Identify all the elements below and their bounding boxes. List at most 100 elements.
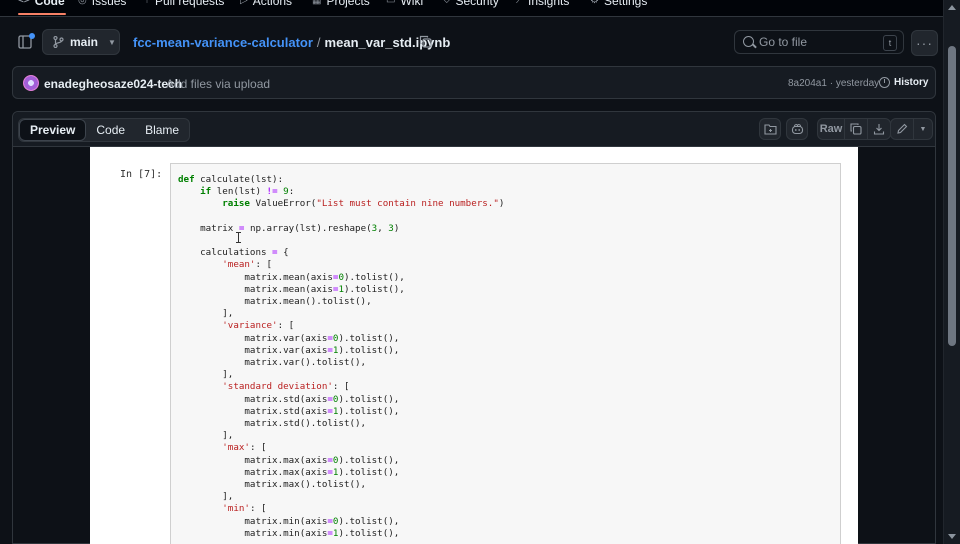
view-blame-button[interactable]: Blame: [135, 119, 189, 141]
code-block: def calculate(lst): if len(lst) != 9: ra…: [178, 174, 504, 540]
breadcrumb-separator: /: [316, 35, 321, 50]
copy-raw-button[interactable]: [845, 119, 868, 139]
code-line: ],: [178, 308, 234, 320]
scrollbar-thumb[interactable]: [948, 46, 956, 346]
sidebar-toggle-button[interactable]: [14, 31, 36, 53]
code-line: matrix.var(axis=0).tolist(),: [178, 332, 400, 344]
history-button[interactable]: History: [879, 77, 928, 88]
issue-icon: ◎: [78, 0, 87, 6]
active-tab-underline: [18, 13, 66, 15]
history-icon: [879, 77, 890, 88]
commit-hash-time[interactable]: 8a204a1 · yesterday: [788, 78, 879, 89]
code-line: 'standard deviation': [: [222, 381, 350, 393]
code-line: ],: [178, 369, 234, 381]
code-line: 'mean': [: [222, 259, 273, 271]
view-mode-switch: Preview Code Blame: [18, 118, 191, 142]
breadcrumb: fcc-mean-variance-calculator / mean_var_…: [133, 35, 450, 50]
pull-request-icon: ⑂: [144, 0, 150, 6]
code-line: matrix = np.array(lst).reshape(3, 3): [178, 222, 400, 234]
latest-commit-bar: enadegheosaze024-tech Add files via uplo…: [12, 66, 936, 99]
scroll-down-arrow-icon[interactable]: [948, 534, 956, 539]
cell-input-prompt: In [7]:: [120, 169, 163, 180]
download-button[interactable]: [868, 119, 890, 139]
code-line: matrix.mean().tolist(),: [178, 296, 372, 308]
tab-actions[interactable]: ▷ Actions: [240, 0, 292, 9]
gear-icon: ⚙: [590, 0, 599, 6]
table-icon: ▦: [312, 0, 322, 6]
code-line: ],: [178, 430, 234, 442]
code-line: matrix.std().tolist(),: [178, 418, 367, 430]
tab-code[interactable]: <> Code: [18, 0, 65, 9]
branch-selector-button[interactable]: main ▼: [42, 29, 120, 55]
code-line: 'min': [: [222, 503, 267, 515]
download-icon: [873, 124, 885, 135]
raw-copy-download-group: Raw: [817, 118, 891, 140]
edit-group: ▼: [890, 118, 933, 140]
copilot-button[interactable]: [786, 118, 808, 140]
code-line: matrix.std(axis=0).tolist(),: [178, 393, 400, 405]
branch-icon: [53, 36, 64, 48]
tab-settings[interactable]: ⚙ Settings: [590, 0, 647, 9]
edit-options-dropdown[interactable]: ▼: [914, 119, 932, 139]
commit-message[interactable]: Add files via upload: [166, 77, 270, 91]
view-code-button[interactable]: Code: [86, 119, 135, 141]
code-line: matrix.max().tolist(),: [178, 479, 367, 491]
copy-path-button[interactable]: [417, 33, 433, 49]
page-scrollbar[interactable]: [943, 0, 960, 544]
play-icon: ▷: [240, 0, 248, 6]
pencil-icon: [897, 123, 908, 134]
code-line: matrix.var(axis=1).tolist(),: [178, 344, 400, 356]
copilot-icon: [791, 124, 803, 135]
copy-icon: [419, 35, 432, 48]
text-cursor-icon: [236, 232, 241, 243]
file-toolbar: Preview Code Blame Raw ▼: [13, 112, 935, 147]
keyboard-shortcut-hint: t: [883, 35, 897, 51]
code-line: matrix.mean(axis=0).tolist(),: [178, 271, 405, 283]
code-line: raise ValueError("List must contain nine…: [222, 198, 505, 210]
chevron-down-icon: ▼: [108, 37, 116, 47]
copy-icon: [850, 123, 862, 135]
more-options-button[interactable]: ···: [911, 30, 938, 56]
code-icon: <>: [18, 0, 30, 6]
code-line: if len(lst) != 9:: [200, 186, 295, 198]
tab-wiki[interactable]: ▭ Wiki: [386, 0, 423, 9]
tab-pull-requests[interactable]: ⑂ Pull requests: [144, 0, 224, 9]
code-line: matrix.std(axis=1).tolist(),: [178, 405, 400, 417]
scroll-up-arrow-icon[interactable]: [948, 5, 956, 10]
book-icon: ▭: [386, 0, 396, 6]
code-line: matrix.min(axis=0).tolist(),: [178, 515, 400, 527]
triangle-down-icon: ▼: [919, 125, 927, 133]
notification-dot: [29, 33, 35, 39]
tab-projects[interactable]: ▦ Projects: [312, 0, 370, 9]
tab-security[interactable]: ⛉ Security: [443, 0, 499, 9]
graph-icon: ⟋: [516, 0, 523, 6]
branch-name: main: [70, 35, 99, 49]
kebab-horizontal-icon: ···: [916, 35, 933, 51]
code-line: matrix.max(axis=1).tolist(),: [178, 466, 400, 478]
breadcrumb-repo-link[interactable]: fcc-mean-variance-calculator: [133, 35, 313, 50]
search-icon: [743, 36, 754, 47]
code-line: matrix.min(axis=1).tolist(),: [178, 527, 400, 539]
code-cell: def calculate(lst): if len(lst) != 9: ra…: [170, 163, 841, 544]
view-preview-button[interactable]: Preview: [19, 119, 87, 141]
raw-button[interactable]: Raw: [818, 119, 845, 139]
symbols-panel-button[interactable]: [759, 118, 781, 140]
file-directory-icon: [763, 124, 777, 135]
code-line: calculations = {: [178, 247, 289, 259]
code-line: matrix.mean(axis=1).tolist(),: [178, 283, 405, 295]
tab-issues[interactable]: ◎ Issues: [78, 0, 126, 9]
edit-file-button[interactable]: [891, 119, 914, 139]
tab-insights[interactable]: ⟋ Insights: [516, 0, 569, 9]
search-placeholder: Go to file: [759, 35, 808, 49]
repo-nav: <> Code ◎ Issues ⑂ Pull requests ▷ Actions ▦…: [0, 0, 944, 17]
code-line: def calculate(lst):: [178, 174, 284, 185]
code-line: matrix.max(axis=0).tolist(),: [178, 454, 400, 466]
shield-icon: ⛉: [443, 0, 451, 6]
commit-author[interactable]: enadegheosaze024-tech: [44, 77, 182, 91]
notebook-preview: In [7]: def calculate(lst): if len(lst) …: [90, 147, 858, 544]
code-line: 'max': [: [222, 442, 267, 454]
code-line: 'variance': [: [222, 320, 295, 332]
go-to-file-input[interactable]: Go to file t: [734, 30, 904, 54]
avatar[interactable]: [23, 75, 39, 91]
code-line: ],: [178, 491, 234, 503]
